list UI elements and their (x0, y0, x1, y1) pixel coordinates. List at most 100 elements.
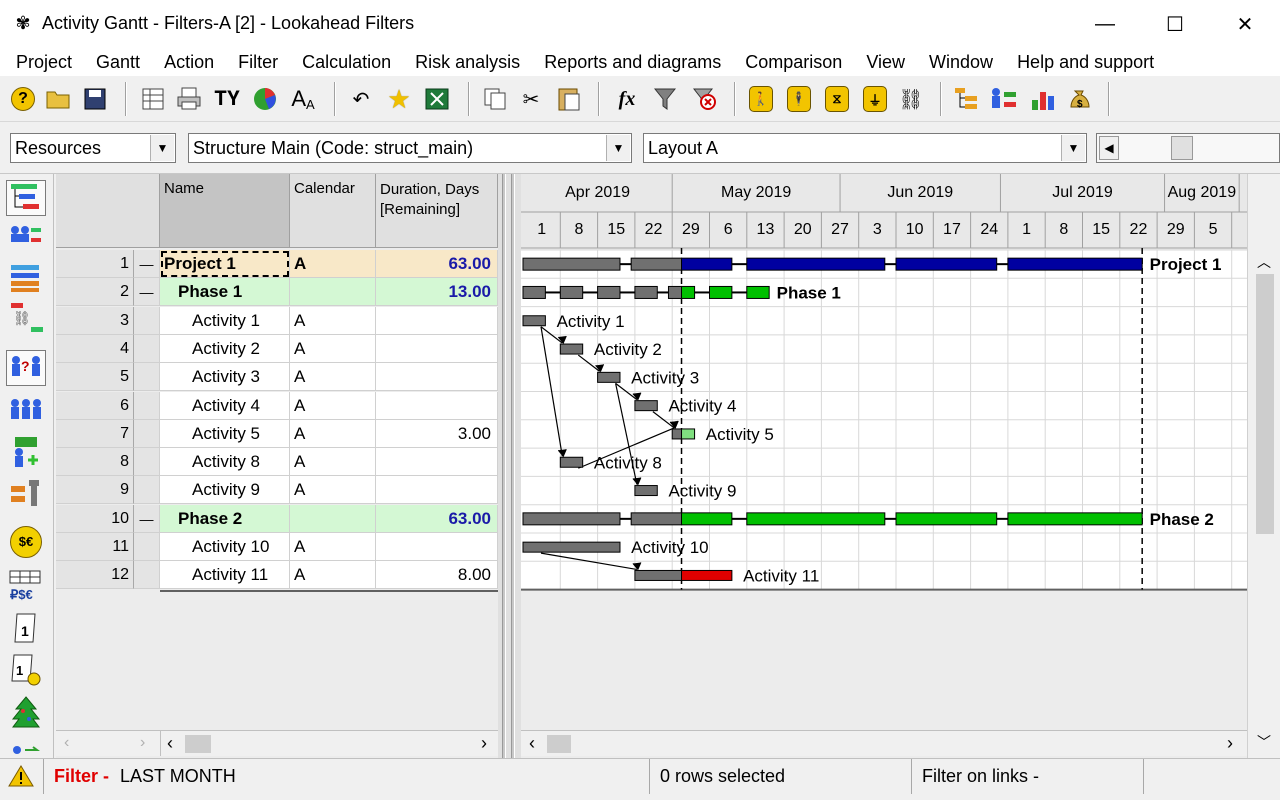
copy-icon[interactable] (480, 84, 510, 114)
link-chain-icon[interactable]: ⛓ (896, 84, 926, 114)
table-row[interactable]: 7 Activity 5 A 3.00 (56, 419, 498, 448)
scrollbar-thumb[interactable] (185, 735, 211, 753)
chevron-left-icon[interactable]: ‹ (64, 734, 69, 752)
name-cell[interactable]: Activity 1 (160, 306, 290, 335)
view-selector[interactable]: Resources ▼ (10, 133, 176, 163)
pie-chart-icon[interactable] (250, 84, 280, 114)
collapse-toggle-icon[interactable] (134, 448, 160, 477)
resource-person-icon[interactable]: 🕴 (784, 84, 814, 114)
calendar-cell[interactable]: A (290, 448, 376, 477)
collapse-toggle-icon[interactable] (134, 306, 160, 335)
name-cell[interactable]: Project 1 (160, 250, 290, 278)
resource-gantt-view-icon[interactable] (6, 220, 46, 256)
collapse-toggle-icon[interactable]: — (134, 250, 160, 278)
chevron-right-icon[interactable]: › (1227, 733, 1233, 754)
favorite-star-icon[interactable]: ★ (384, 84, 414, 114)
calendar-cell[interactable]: A (290, 334, 376, 363)
formula-icon[interactable]: fx (612, 84, 642, 114)
duration-cell[interactable]: 63.00 (376, 504, 498, 533)
table-row[interactable]: 12 Activity 11 A 8.00 (56, 561, 498, 590)
table-row[interactable]: 2— Phase 1 13.00 (56, 278, 498, 307)
calendar-cell[interactable] (290, 504, 376, 533)
zoom-slider[interactable]: ◀ (1096, 133, 1280, 163)
duration-cell[interactable] (376, 306, 498, 335)
chevron-up-icon[interactable]: ︿ (1257, 252, 1271, 272)
name-cell[interactable]: Activity 9 (160, 476, 290, 505)
chevron-down-icon[interactable]: ▼ (1061, 135, 1085, 161)
collapse-toggle-icon[interactable]: — (134, 278, 160, 307)
chevron-down-icon[interactable]: ▼ (606, 135, 630, 161)
calendar-column-header[interactable]: Calendar (290, 174, 376, 248)
row-number[interactable]: 9 (56, 476, 134, 505)
calendar-cell[interactable]: A (290, 306, 376, 335)
collapse-toggle-icon[interactable] (134, 419, 160, 448)
gantt-timeline[interactable]: Apr 2019 May 2019 Jun 2019 Jul 2019 Aug 2019… (521, 174, 1247, 730)
close-button[interactable]: ✕ (1210, 0, 1280, 48)
name-cell[interactable]: Activity 3 (160, 363, 290, 392)
grid-left-scrollbar[interactable]: ‹ › (56, 730, 160, 756)
open-folder-icon[interactable] (44, 84, 74, 114)
chevron-left-icon[interactable]: ◀ (1099, 136, 1119, 160)
zoom-slider-thumb[interactable] (1171, 136, 1193, 160)
duration-cell[interactable] (376, 363, 498, 392)
table-row[interactable]: 9 Activity 9A (56, 476, 498, 505)
undo-icon[interactable]: ↶ (346, 84, 376, 114)
duration-column-header[interactable]: Duration, Days [Remaining] (376, 174, 498, 248)
name-cell[interactable]: Phase 2 (160, 504, 290, 533)
duration-cell[interactable]: 63.00 (376, 250, 498, 278)
calendar-view-icon[interactable]: 1 (6, 610, 46, 646)
row-number[interactable]: 10 (56, 504, 134, 533)
menu-calculation[interactable]: Calculation (290, 48, 403, 76)
clear-filter-icon[interactable] (690, 84, 720, 114)
cost-structure-view-icon[interactable] (6, 476, 46, 512)
menu-filter[interactable]: Filter (226, 48, 290, 76)
menu-risk-analysis[interactable]: Risk analysis (403, 48, 532, 76)
activity-gantt-view-icon[interactable] (6, 180, 46, 216)
duration-cell[interactable] (376, 448, 498, 477)
calendar-cell[interactable]: A (290, 533, 376, 561)
link-view-icon[interactable]: ⛓ (6, 300, 46, 336)
collapse-toggle-icon[interactable]: — (134, 504, 160, 533)
name-column-header[interactable]: Name (160, 174, 290, 248)
chevron-left-icon[interactable]: ‹ (529, 733, 535, 754)
duration-cell[interactable] (376, 334, 498, 363)
table-view-icon[interactable] (138, 84, 168, 114)
bar-stack-view-icon[interactable] (6, 260, 46, 296)
resource-question-view-icon[interactable]: ? (6, 350, 46, 386)
menu-view[interactable]: View (854, 48, 917, 76)
table-row[interactable]: 4 Activity 2A (56, 334, 498, 363)
resource-flow-view-icon[interactable] (6, 736, 46, 758)
cost-table-view-icon[interactable]: ₽$€ (6, 568, 46, 604)
name-cell[interactable]: Activity 10 (160, 533, 290, 561)
menu-gantt[interactable]: Gantt (84, 48, 152, 76)
excel-export-icon[interactable] (422, 84, 452, 114)
resource-link-icon[interactable]: ⧖ (822, 84, 852, 114)
table-row[interactable]: 8 Activity 8A (56, 448, 498, 477)
collapse-toggle-icon[interactable] (134, 391, 160, 420)
name-cell[interactable]: Activity 11 (160, 561, 290, 590)
name-cell[interactable]: Activity 2 (160, 334, 290, 363)
calendar-cell[interactable]: A (290, 363, 376, 392)
help-icon[interactable]: ? (8, 84, 38, 114)
schedule-tree-icon[interactable] (952, 84, 982, 114)
chevron-down-icon[interactable]: ▼ (150, 135, 174, 161)
save-icon[interactable] (80, 84, 110, 114)
menu-comparison[interactable]: Comparison (733, 48, 854, 76)
calendar-cell[interactable]: A (290, 250, 376, 278)
name-cell[interactable]: Activity 8 (160, 448, 290, 477)
currency-view-icon[interactable]: $€ (6, 524, 46, 560)
paste-icon[interactable] (554, 84, 584, 114)
pane-splitter[interactable] (498, 174, 521, 758)
chevron-right-icon[interactable]: › (140, 734, 145, 752)
chevron-left-icon[interactable]: ‹ (167, 733, 173, 754)
row-number[interactable]: 8 (56, 448, 134, 477)
scrollbar-thumb[interactable] (547, 735, 571, 753)
duration-cell[interactable] (376, 391, 498, 420)
warning-icon[interactable] (0, 759, 44, 794)
menu-help-and-support[interactable]: Help and support (1005, 48, 1166, 76)
row-number[interactable]: 6 (56, 391, 134, 420)
table-row[interactable]: 1— Project 1 A 63.00 (56, 250, 498, 278)
table-row[interactable]: 10— Phase 2 63.00 (56, 504, 498, 533)
duration-cell[interactable]: 8.00 (376, 561, 498, 590)
calendar-cell[interactable] (290, 278, 376, 307)
